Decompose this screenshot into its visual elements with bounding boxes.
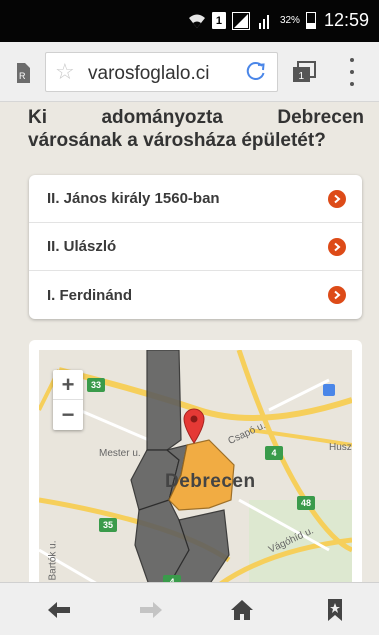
tabs-icon[interactable]: 1 [292, 61, 316, 83]
svg-text:R: R [19, 71, 26, 81]
wifi-icon [188, 12, 206, 30]
street-label: Bartók u. [47, 540, 59, 581]
city-label: Debrecen [165, 471, 256, 492]
status-bar: 1 32% 12:59 [0, 0, 379, 42]
quiz-question: Ki adományozta Debrecen városának a váro… [28, 107, 364, 151]
back-arrow-icon[interactable] [46, 598, 72, 622]
svg-text:1: 1 [299, 71, 305, 82]
zoom-in-button[interactable]: + [53, 370, 83, 400]
answer-label: I. Ferdinánd [47, 286, 133, 304]
zoom-out-button[interactable]: − [53, 400, 83, 430]
chevron-right-icon [328, 238, 346, 256]
bookmark-icon[interactable] [322, 598, 348, 622]
battery-icon [305, 12, 316, 29]
street-label: Husz [329, 442, 352, 453]
road-number-badge: 35 [99, 518, 117, 532]
street-label: Mester u. [99, 448, 141, 459]
zoom-controls: + − [53, 370, 83, 430]
road-number-badge: 48 [297, 496, 315, 510]
address-bar[interactable]: ☆ varosfoglalo.ci [45, 52, 278, 92]
answer-option[interactable]: I. Ferdinánd [29, 271, 362, 319]
answer-list: II. János király 1560-ban II. Ulászló I.… [29, 175, 362, 319]
menu-icon[interactable] [348, 58, 356, 86]
answer-option[interactable]: II. Ulászló [29, 223, 362, 271]
home-icon[interactable] [229, 598, 255, 622]
map-graphics [39, 350, 352, 585]
answer-label: II. János király 1560-ban [47, 190, 220, 207]
map-card: + − Mester u. Csapó u. Husz Vágóhíd u. B… [29, 340, 362, 585]
answer-option[interactable]: II. János király 1560-ban [29, 175, 362, 223]
status-icons: 1 32% 12:59 [188, 10, 369, 31]
chevron-right-icon [328, 190, 346, 208]
location-pin-icon[interactable] [183, 408, 205, 444]
star-icon[interactable]: ☆ [55, 61, 75, 83]
sim-icon: 1 [211, 12, 226, 29]
road-number-badge: 4 [265, 446, 283, 460]
forward-arrow-icon[interactable] [138, 598, 164, 622]
signal-icon [231, 11, 250, 30]
info-poi-icon[interactable] [323, 384, 335, 396]
battery-percent: 32% [279, 15, 300, 26]
url-text[interactable]: varosfoglalo.ci [88, 63, 238, 85]
signal-strength-icon [256, 12, 274, 30]
chevron-right-icon [328, 286, 346, 304]
page-icon[interactable]: R [14, 62, 32, 84]
clock: 12:59 [323, 10, 369, 30]
bottom-navigation [0, 582, 379, 635]
map[interactable]: + − Mester u. Csapó u. Husz Vágóhíd u. B… [39, 350, 352, 585]
answer-label: II. Ulászló [47, 238, 117, 255]
browser-toolbar: R ☆ varosfoglalo.ci 1 [0, 42, 379, 102]
road-number-badge: 33 [87, 378, 105, 392]
reload-icon[interactable] [245, 60, 267, 87]
